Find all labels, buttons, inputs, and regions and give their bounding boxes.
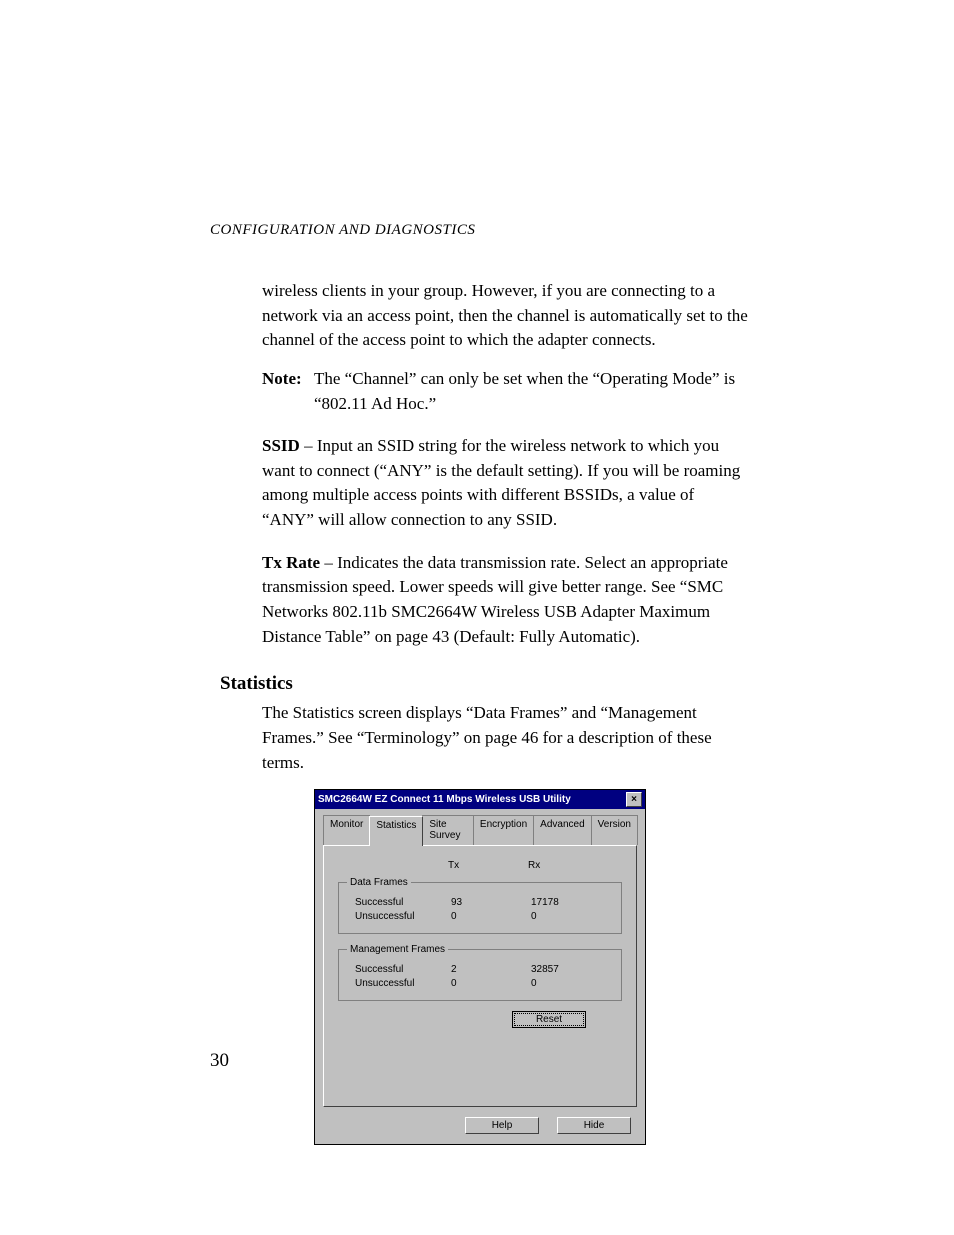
txrate-body: – Indicates the data transmission rate. … (262, 553, 728, 646)
note-label: Note: (262, 367, 314, 416)
hide-button[interactable]: Hide (557, 1117, 631, 1134)
ssid-term: SSID (262, 436, 300, 455)
row-label: Unsuccessful (347, 911, 451, 922)
tab-advanced[interactable]: Advanced (533, 815, 591, 845)
txrate-term: Tx Rate (262, 553, 320, 572)
row-label: Successful (347, 964, 451, 975)
tab-version[interactable]: Version (591, 815, 638, 845)
tab-encryption[interactable]: Encryption (473, 815, 534, 845)
note-body: The “Channel” can only be set when the “… (314, 367, 750, 416)
utility-dialog: SMC2664W EZ Connect 11 Mbps Wireless USB… (314, 789, 646, 1145)
help-button[interactable]: Help (465, 1117, 539, 1134)
table-row: Unsuccessful 0 0 (347, 978, 613, 989)
dialog-bottom-buttons: Help Hide (315, 1113, 645, 1144)
note-row: Note: The “Channel” can only be set when… (262, 367, 750, 416)
column-headers: Tx Rx (448, 860, 622, 871)
row-label: Unsuccessful (347, 978, 451, 989)
col-tx: Tx (448, 860, 528, 871)
txrate-paragraph: Tx Rate – Indicates the data transmissio… (262, 551, 750, 650)
tab-site-survey[interactable]: Site Survey (422, 815, 474, 845)
tab-strip: Monitor Statistics Site Survey Encryptio… (323, 815, 637, 845)
row-tx: 0 (451, 978, 531, 989)
table-row: Unsuccessful 0 0 (347, 911, 613, 922)
group-mgmt-frames: Management Frames Successful 2 32857 Uns… (338, 944, 622, 1001)
ssid-body: – Input an SSID string for the wireless … (262, 436, 740, 529)
row-rx: 17178 (531, 897, 611, 908)
paragraph-intro: wireless clients in your group. However,… (262, 279, 750, 353)
row-rx: 0 (531, 911, 611, 922)
titlebar: SMC2664W EZ Connect 11 Mbps Wireless USB… (315, 790, 645, 809)
table-row: Successful 2 32857 (347, 964, 613, 975)
close-icon[interactable]: × (626, 792, 642, 807)
ssid-paragraph: SSID – Input an SSID string for the wire… (262, 434, 750, 533)
page-number: 30 (210, 1050, 229, 1072)
row-rx: 32857 (531, 964, 611, 975)
group-data-frames: Data Frames Successful 93 17178 Unsucces… (338, 877, 622, 934)
row-rx: 0 (531, 978, 611, 989)
titlebar-text: SMC2664W EZ Connect 11 Mbps Wireless USB… (318, 794, 571, 805)
row-tx: 93 (451, 897, 531, 908)
row-tx: 0 (451, 911, 531, 922)
tab-monitor[interactable]: Monitor (323, 815, 370, 845)
table-row: Successful 93 17178 (347, 897, 613, 908)
running-head: CONFIGURATION AND DIAGNOSTICS (210, 222, 750, 239)
statistics-heading: Statistics (220, 673, 750, 695)
tab-statistics[interactable]: Statistics (369, 816, 423, 846)
legend-mgmt-frames: Management Frames (347, 944, 448, 955)
tab-panel: Tx Rx Data Frames Successful 93 17178 Un… (323, 845, 637, 1107)
reset-button[interactable]: Reset (512, 1011, 586, 1028)
statistics-intro: The Statistics screen displays “Data Fra… (262, 701, 750, 775)
legend-data-frames: Data Frames (347, 877, 411, 888)
row-tx: 2 (451, 964, 531, 975)
row-label: Successful (347, 897, 451, 908)
col-rx: Rx (528, 860, 608, 871)
